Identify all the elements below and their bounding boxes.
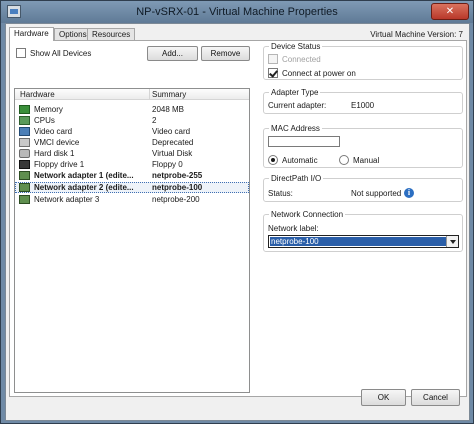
memory-icon — [19, 105, 30, 114]
network-adapter-icon — [19, 171, 30, 180]
hardware-row-network-adapter-3[interactable]: Network adapter 3 netprobe-200 — [15, 194, 249, 205]
mac-address-input[interactable] — [268, 136, 340, 147]
hardware-list-header: Hardware Summary — [15, 89, 249, 100]
floppy-drive-icon — [19, 160, 30, 169]
hardware-name: Network adapter 1 (edite... — [34, 171, 134, 180]
vmci-device-icon — [19, 138, 30, 147]
vm-version-label: Virtual Machine Version: 7 — [370, 30, 463, 39]
hardware-summary: 2 — [152, 116, 157, 125]
mac-manual-option[interactable]: Manual — [339, 155, 379, 165]
hardware-tab-panel: Show All Devices Add... Remove Hardware … — [9, 40, 467, 397]
tab-hardware[interactable]: Hardware — [9, 27, 54, 41]
connect-at-power-on-row[interactable]: Connect at power on — [268, 68, 356, 78]
hardware-row-vmci-device[interactable]: VMCI device Deprecated — [15, 137, 249, 148]
vm-properties-window: NP-vSRX-01 - Virtual Machine Properties … — [0, 0, 474, 424]
current-adapter-value: E1000 — [351, 101, 375, 110]
info-icon[interactable]: i — [404, 188, 414, 198]
hard-disk-icon — [19, 149, 30, 158]
show-all-devices-row[interactable]: Show All Devices — [16, 48, 91, 58]
hardware-row-floppy-drive-1[interactable]: Floppy drive 1 Floppy 0 — [15, 159, 249, 170]
adapter-type-title: Adapter Type — [269, 88, 321, 97]
directpath-status-value: Not supported — [351, 189, 402, 198]
hardware-summary: netprobe-100 — [152, 183, 203, 192]
mac-automatic-option[interactable]: Automatic — [268, 155, 318, 165]
column-header-hardware[interactable]: Hardware — [20, 90, 55, 99]
hardware-summary: Floppy 0 — [152, 160, 183, 169]
directpath-status-label: Status: — [268, 189, 293, 198]
show-all-devices-checkbox[interactable] — [16, 48, 26, 58]
mac-automatic-radio[interactable] — [268, 155, 278, 165]
mac-address-title: MAC Address — [269, 124, 322, 133]
connected-row: Connected — [268, 54, 321, 64]
hardware-row-network-adapter-1[interactable]: Network adapter 1 (edite... netprobe-255 — [15, 170, 249, 181]
hardware-row-memory[interactable]: Memory 2048 MB — [15, 104, 249, 115]
hardware-name: VMCI device — [34, 138, 80, 147]
current-adapter-label: Current adapter: — [268, 101, 327, 110]
hardware-row-hard-disk-1[interactable]: Hard disk 1 Virtual Disk — [15, 148, 249, 159]
network-adapter-icon — [19, 183, 30, 192]
mac-manual-label: Manual — [353, 155, 380, 165]
hardware-name: Hard disk 1 — [34, 149, 75, 158]
directpath-group: DirectPath I/O Status: Not supported i — [263, 174, 463, 202]
show-all-devices-label: Show All Devices — [30, 48, 92, 58]
hardware-name: Network adapter 2 (edite... — [34, 183, 134, 192]
close-button[interactable]: ✕ — [431, 3, 469, 20]
network-label-dropdown[interactable]: netprobe-100 — [268, 235, 459, 248]
ok-button[interactable]: OK — [361, 389, 406, 406]
network-label-selected: netprobe-100 — [270, 237, 446, 246]
connected-checkbox — [268, 54, 278, 64]
network-connection-group: Network Connection Network label: netpro… — [263, 210, 463, 252]
hardware-summary: netprobe-255 — [152, 171, 203, 180]
hardware-row-video-card[interactable]: Video card Video card — [15, 126, 249, 137]
hardware-summary: netprobe-200 — [152, 195, 200, 204]
remove-button[interactable]: Remove — [201, 46, 250, 61]
adapter-type-group: Adapter Type Current adapter: E1000 — [263, 88, 463, 114]
directpath-title: DirectPath I/O — [269, 174, 324, 183]
hardware-summary: Deprecated — [152, 138, 194, 147]
hardware-name: Floppy drive 1 — [34, 160, 85, 169]
hardware-list[interactable]: Hardware Summary Memory 2048 MB CPUs 2 V… — [14, 88, 250, 393]
connected-label: Connected — [282, 54, 321, 64]
hardware-summary: Video card — [152, 127, 191, 136]
device-status-title: Device Status — [269, 42, 323, 51]
hardware-row-cpus[interactable]: CPUs 2 — [15, 115, 249, 126]
video-card-icon — [19, 127, 30, 136]
device-status-group: Device Status Connected Connect at power… — [263, 42, 463, 80]
dialog-body: Hardware Options Resources Virtual Machi… — [5, 23, 470, 421]
cancel-button[interactable]: Cancel — [411, 389, 460, 406]
window-title: NP-vSRX-01 - Virtual Machine Properties — [136, 6, 338, 18]
network-label-caption: Network label: — [268, 224, 319, 233]
mac-manual-radio[interactable] — [339, 155, 349, 165]
connect-at-power-on-label: Connect at power on — [282, 68, 356, 78]
hardware-row-network-adapter-2[interactable]: Network adapter 2 (edite... netprobe-100 — [15, 182, 249, 193]
network-adapter-icon — [19, 195, 30, 204]
hardware-name: CPUs — [34, 116, 55, 125]
add-button[interactable]: Add... — [147, 46, 198, 61]
hardware-name: Video card — [34, 127, 73, 136]
column-header-summary[interactable]: Summary — [152, 90, 186, 99]
title-bar[interactable]: NP-vSRX-01 - Virtual Machine Properties … — [1, 1, 473, 23]
mac-address-group: MAC Address Automatic Manual — [263, 124, 463, 168]
chevron-down-icon[interactable] — [446, 236, 458, 247]
connect-at-power-on-checkbox[interactable] — [268, 68, 278, 78]
cpu-icon — [19, 116, 30, 125]
network-connection-title: Network Connection — [269, 210, 346, 219]
mac-automatic-label: Automatic — [282, 155, 318, 165]
hardware-summary: 2048 MB — [152, 105, 185, 114]
hardware-summary: Virtual Disk — [152, 149, 193, 158]
hardware-name: Memory — [34, 105, 63, 114]
hardware-name: Network adapter 3 — [34, 195, 100, 204]
